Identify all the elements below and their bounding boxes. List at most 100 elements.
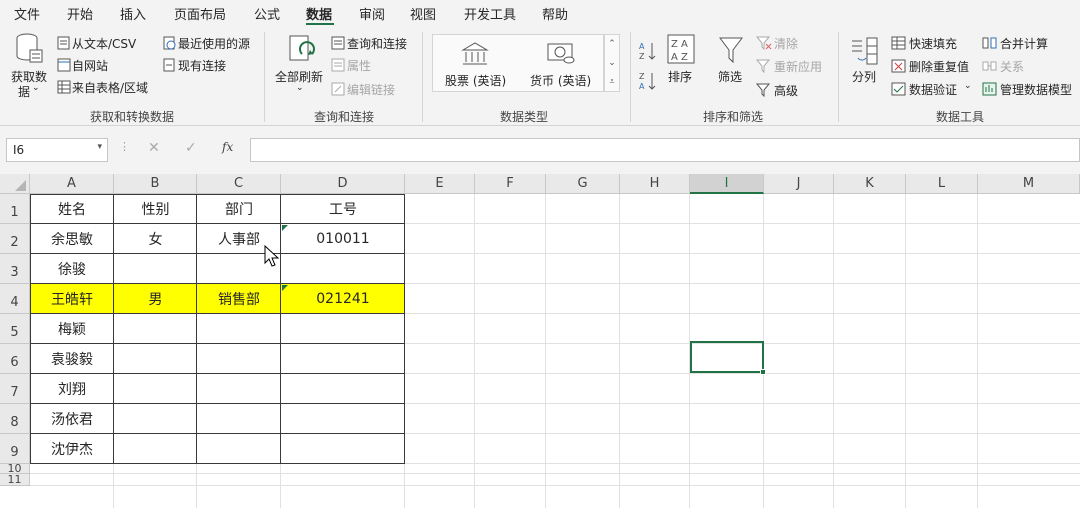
sort-descending-icon: ZA <box>639 72 656 91</box>
row-header-9[interactable]: 9 <box>0 434 30 464</box>
menu-bar: 文件 开始 插入 页面布局 公式 数据 审阅 视图 开发工具 帮助 <box>0 0 1080 26</box>
manage-data-model-label: 管理数据模型 <box>1000 83 1073 97</box>
table-cell[interactable]: 刘翔 <box>30 374 114 404</box>
menu-file[interactable]: 文件 <box>14 4 40 23</box>
row-header-6[interactable]: 6 <box>0 344 30 374</box>
column-header-c[interactable]: C <box>197 174 281 194</box>
menu-view[interactable]: 视图 <box>410 4 436 23</box>
error-indicator-icon[interactable] <box>282 225 289 232</box>
table-cell[interactable] <box>197 314 281 344</box>
menu-help[interactable]: 帮助 <box>542 4 568 23</box>
table-cell[interactable]: 010011 <box>281 224 405 254</box>
table-cell[interactable] <box>114 374 197 404</box>
gallery-scroll[interactable]: ⌃ ⌄ ⩡ <box>604 34 620 92</box>
column-header-f[interactable]: F <box>475 174 546 194</box>
header-cell[interactable]: 姓名 <box>30 194 114 224</box>
row-header-8[interactable]: 8 <box>0 404 30 434</box>
table-border <box>30 223 405 224</box>
column-header-j[interactable]: J <box>764 174 834 194</box>
table-cell[interactable] <box>281 374 405 404</box>
select-all-corner[interactable] <box>0 174 30 194</box>
table-cell[interactable] <box>114 254 197 284</box>
formula-input[interactable] <box>250 138 1080 162</box>
table-cell[interactable] <box>281 314 405 344</box>
row-header-1[interactable]: 1 <box>0 194 30 224</box>
sort-ascending-icon: AZ <box>639 42 656 61</box>
currencies-label: 货币 (英语) <box>530 74 592 88</box>
column-header-e[interactable]: E <box>405 174 475 194</box>
header-cell[interactable]: 工号 <box>281 194 405 224</box>
table-cell[interactable] <box>114 314 197 344</box>
table-cell[interactable]: 女 <box>114 224 197 254</box>
table-border <box>30 463 405 464</box>
menu-formulas[interactable]: 公式 <box>254 4 280 23</box>
table-cell[interactable]: 男 <box>114 284 197 314</box>
enter-check-icon[interactable]: ✓ <box>185 140 197 156</box>
table-cell[interactable] <box>281 254 405 284</box>
row-header-4[interactable]: 4 <box>0 284 30 314</box>
table-cell[interactable] <box>197 374 281 404</box>
table-cell[interactable] <box>197 434 281 464</box>
relationships-icon <box>982 61 997 71</box>
table-cell[interactable]: 021241 <box>281 284 405 314</box>
gridline-column <box>833 194 834 508</box>
table-cell[interactable]: 销售部 <box>197 284 281 314</box>
table-cell[interactable]: 余思敏 <box>30 224 114 254</box>
menu-developer[interactable]: 开发工具 <box>464 4 516 23</box>
table-cell[interactable] <box>281 344 405 374</box>
selected-cell[interactable] <box>690 341 764 373</box>
queries-icon <box>331 36 345 50</box>
table-border <box>30 433 405 434</box>
worksheet-grid[interactable]: ABCDEFGHIJKLM 1 2 3 4 5 6 7 8 9 10 11 姓名 性别 部门 工号 余思敏女… <box>0 174 1080 508</box>
consolidate-label: 合并计算 <box>1000 37 1049 51</box>
fill-handle[interactable] <box>760 369 766 375</box>
menu-page-layout[interactable]: 页面布局 <box>174 4 226 23</box>
properties-label: 属性 <box>347 59 372 73</box>
svg-text:Z: Z <box>639 72 645 81</box>
menu-insert[interactable]: 插入 <box>120 4 146 23</box>
table-icon <box>57 80 71 94</box>
error-indicator-icon[interactable] <box>282 285 289 292</box>
table-cell[interactable] <box>114 404 197 434</box>
table-cell[interactable]: 沈伊杰 <box>30 434 114 464</box>
table-cell[interactable]: 汤依君 <box>30 404 114 434</box>
row-header-3[interactable]: 3 <box>0 254 30 284</box>
column-header-l[interactable]: L <box>906 174 978 194</box>
column-header-d[interactable]: D <box>281 174 405 194</box>
table-cell[interactable] <box>114 434 197 464</box>
column-header-b[interactable]: B <box>114 174 197 194</box>
column-header-i[interactable]: I <box>690 174 764 194</box>
table-cell[interactable] <box>197 344 281 374</box>
row-header-5[interactable]: 5 <box>0 314 30 344</box>
table-border <box>113 194 114 464</box>
formula-bar-handle-icon[interactable]: ⋮ <box>119 140 130 153</box>
table-cell[interactable]: 袁骏毅 <box>30 344 114 374</box>
column-header-g[interactable]: G <box>546 174 620 194</box>
table-cell[interactable] <box>197 404 281 434</box>
table-cell[interactable]: 梅颖 <box>30 314 114 344</box>
chevron-down-icon: ⌄ <box>964 81 972 91</box>
group-separator <box>630 32 631 122</box>
table-cell[interactable]: 王皓轩 <box>30 284 114 314</box>
name-box[interactable]: I6 ▾ <box>6 138 108 162</box>
header-cell[interactable]: 部门 <box>197 194 281 224</box>
column-header-m[interactable]: M <box>978 174 1080 194</box>
column-header-k[interactable]: K <box>834 174 906 194</box>
table-cell[interactable]: 徐骏 <box>30 254 114 284</box>
table-cell[interactable] <box>281 404 405 434</box>
cancel-icon[interactable]: ✕ <box>148 140 160 156</box>
row-header-11[interactable]: 11 <box>0 474 30 486</box>
insert-function-icon[interactable]: fx <box>222 140 233 154</box>
remove-duplicates-label: 删除重复值 <box>909 60 970 74</box>
menu-home[interactable]: 开始 <box>67 4 93 23</box>
column-header-a[interactable]: A <box>30 174 114 194</box>
header-cell[interactable]: 性别 <box>114 194 197 224</box>
table-cell[interactable] <box>114 344 197 374</box>
row-header-2[interactable]: 2 <box>0 224 30 254</box>
row-header-7[interactable]: 7 <box>0 374 30 404</box>
column-header-h[interactable]: H <box>620 174 690 194</box>
currency-icon <box>547 43 575 64</box>
menu-review[interactable]: 审阅 <box>359 4 385 23</box>
menu-data[interactable]: 数据 <box>306 4 332 23</box>
table-cell[interactable] <box>281 434 405 464</box>
